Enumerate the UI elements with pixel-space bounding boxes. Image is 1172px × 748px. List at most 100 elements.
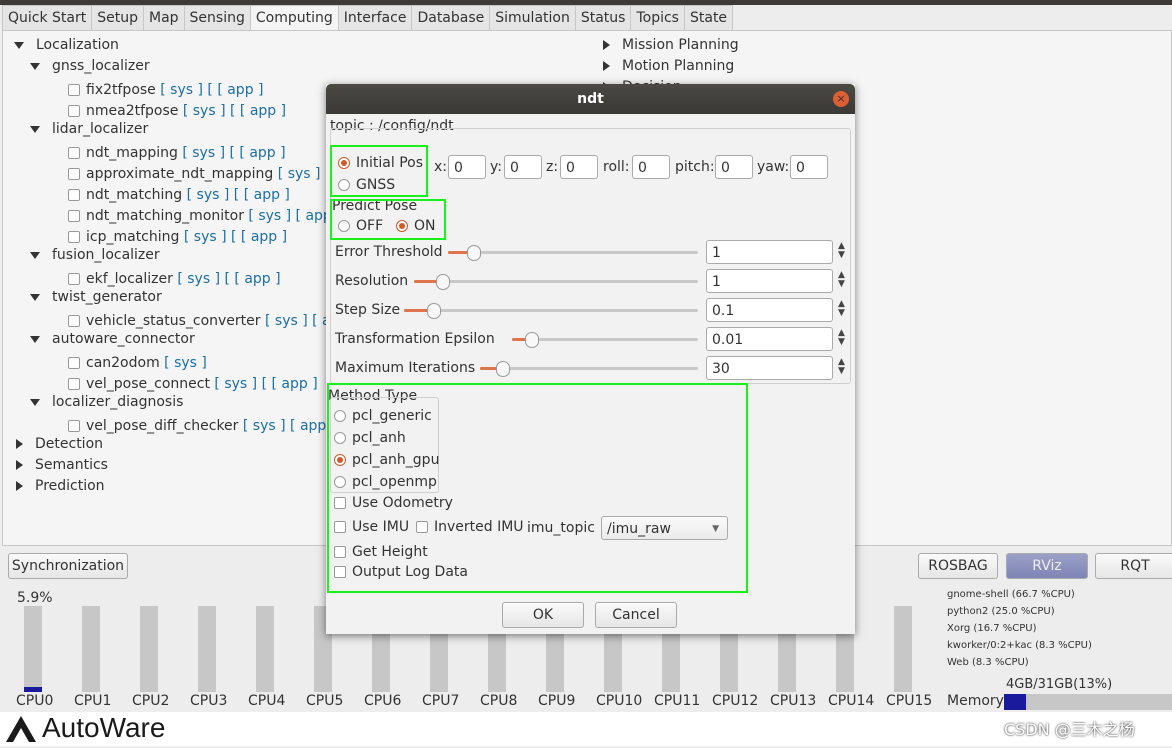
checkbox[interactable] — [334, 497, 346, 509]
slider-handle[interactable] — [467, 245, 481, 261]
z-field[interactable]: 0 — [560, 155, 598, 179]
spin-arrows-icon[interactable]: ▲ ▼ — [838, 300, 848, 318]
sys-link[interactable]: [ sys ] [ — [243, 418, 296, 434]
tab-state[interactable]: State — [683, 5, 734, 30]
method-radio-pcl-anh[interactable]: pcl_anh — [334, 430, 406, 446]
close-icon[interactable]: × — [833, 91, 849, 107]
expand-arrow-icon[interactable] — [30, 251, 40, 259]
spin-arrows-icon[interactable]: ▲ ▼ — [838, 242, 848, 260]
tree-item-vel-pose-connect[interactable]: vel_pose_connect [ sys ] [ [ app ] — [68, 374, 318, 394]
expand-arrow-icon[interactable] — [16, 439, 23, 449]
spin-arrows-icon[interactable]: ▲ ▼ — [838, 271, 848, 289]
tab-status[interactable]: Status — [574, 5, 632, 30]
checkbox[interactable] — [68, 420, 80, 432]
cancel-button[interactable]: Cancel — [595, 602, 677, 628]
param-value-field[interactable]: 1 — [706, 240, 833, 264]
spin-arrows-icon[interactable]: ▲ ▼ — [838, 329, 848, 347]
rviz-button[interactable]: RViz — [1006, 553, 1088, 579]
radio-selected[interactable] — [334, 454, 346, 466]
sys-link[interactable]: [ sys ] [ — [248, 208, 301, 224]
use-imu-checkbox[interactable]: Use IMU — [334, 519, 409, 535]
app-link[interactable]: [ app ] — [241, 229, 287, 245]
tree-item-nmea2tfpose[interactable]: nmea2tfpose [ sys ] [ [ app ] — [68, 101, 286, 121]
tab-computing[interactable]: Computing — [249, 5, 339, 32]
checkbox[interactable] — [68, 168, 80, 180]
rqt-button[interactable]: RQT — [1095, 553, 1172, 579]
slider-handle[interactable] — [496, 361, 510, 377]
tree-fusion-localizer[interactable]: fusion_localizer — [30, 245, 160, 265]
tree-mission-planning[interactable]: Mission Planning — [603, 35, 739, 55]
checkbox[interactable] — [416, 521, 428, 533]
checkbox[interactable] — [334, 546, 346, 558]
tree-item-vehicle-status-converter[interactable]: vehicle_status_converter [ sys ] [ a — [68, 311, 331, 331]
app-link[interactable]: [ app ] — [234, 271, 280, 287]
use-odometry-checkbox[interactable]: Use Odometry — [334, 495, 453, 511]
param-slider[interactable] — [448, 245, 698, 261]
tree-motion-planning[interactable]: Motion Planning — [603, 56, 734, 76]
yaw-field[interactable]: 0 — [790, 155, 828, 179]
ok-button[interactable]: OK — [502, 602, 584, 628]
checkbox[interactable] — [68, 147, 80, 159]
spin-arrows-icon[interactable]: ▲ ▼ — [838, 358, 848, 376]
sys-link[interactable]: [ sys ] [ — [265, 313, 318, 329]
sys-link[interactable]: [ sys ] [ — [278, 166, 331, 182]
sys-link[interactable]: [ sys ] — [164, 355, 207, 371]
expand-arrow-icon[interactable] — [30, 125, 40, 133]
synchronization-button[interactable]: Synchronization — [8, 553, 128, 579]
radio[interactable] — [334, 432, 346, 444]
tree-prediction[interactable]: Prediction — [16, 476, 105, 496]
slider-handle[interactable] — [525, 332, 539, 348]
tab-setup[interactable]: Setup — [91, 5, 144, 30]
tree-autoware-connector[interactable]: autoware_connector — [30, 329, 195, 349]
radio[interactable] — [334, 476, 346, 488]
method-radio-pcl-openmp[interactable]: pcl_openmp — [334, 474, 437, 490]
checkbox[interactable] — [68, 231, 80, 243]
tab-topics[interactable]: Topics — [630, 5, 685, 30]
pitch-field[interactable]: 0 — [715, 155, 753, 179]
x-field[interactable]: 0 — [448, 155, 486, 179]
expand-arrow-icon[interactable] — [30, 335, 40, 343]
app-link[interactable]: app — [300, 418, 326, 434]
sys-link[interactable]: [ sys ] [ — [160, 82, 213, 98]
checkbox[interactable] — [68, 189, 80, 201]
expand-arrow-icon[interactable] — [30, 398, 40, 406]
radio[interactable] — [334, 410, 346, 422]
output-log-checkbox[interactable]: Output Log Data — [334, 564, 468, 580]
checkbox[interactable] — [68, 378, 80, 390]
app-link[interactable]: [ app ] — [217, 82, 263, 98]
tree-item-ndt-matching-monitor[interactable]: ndt_matching_monitor [ sys ] [ app — [68, 206, 332, 226]
method-radio-pcl-anh-gpu[interactable]: pcl_anh_gpu — [334, 452, 439, 468]
roll-field[interactable]: 0 — [632, 155, 670, 179]
slider-handle[interactable] — [427, 303, 441, 319]
tree-semantics[interactable]: Semantics — [16, 455, 108, 475]
app-link[interactable]: [ app ] — [239, 145, 285, 161]
sys-link[interactable]: [ sys ] [ — [184, 229, 237, 245]
tree-lidar-localizer[interactable]: lidar_localizer — [30, 119, 148, 139]
imu-topic-select[interactable]: /imu_raw ▼ — [601, 516, 728, 540]
tree-detection[interactable]: Detection — [16, 434, 103, 454]
slider-handle[interactable] — [436, 274, 450, 290]
checkbox[interactable] — [68, 315, 80, 327]
checkbox[interactable] — [68, 210, 80, 222]
app-link[interactable]: [ app ] — [271, 376, 317, 392]
expand-arrow-icon[interactable] — [603, 40, 610, 50]
get-height-checkbox[interactable]: Get Height — [334, 544, 428, 560]
tree-gnss-localizer[interactable]: gnss_localizer — [30, 56, 150, 76]
tab-database[interactable]: Database — [411, 5, 491, 30]
expand-arrow-icon[interactable] — [16, 460, 23, 470]
rosbag-button[interactable]: ROSBAG — [918, 553, 998, 579]
param-value-field[interactable]: 0.1 — [706, 298, 833, 322]
expand-arrow-icon[interactable] — [14, 41, 24, 49]
checkbox[interactable] — [68, 273, 80, 285]
tree-item-fix2tfpose[interactable]: fix2tfpose [ sys ] [ [ app ] — [68, 80, 264, 100]
tab-quick-start[interactable]: Quick Start — [2, 5, 93, 30]
tree-item-ekf-localizer[interactable]: ekf_localizer [ sys ] [ [ app ] — [68, 269, 281, 289]
app-link[interactable]: [ app ] — [240, 103, 286, 119]
tree-twist-generator[interactable]: twist_generator — [30, 287, 162, 307]
checkbox[interactable] — [68, 84, 80, 96]
tree-localization[interactable]: Localization — [14, 35, 119, 55]
app-link[interactable]: [ app ] — [244, 187, 290, 203]
y-field[interactable]: 0 — [504, 155, 542, 179]
checkbox[interactable] — [334, 521, 346, 533]
tree-item-icp-matching[interactable]: icp_matching [ sys ] [ [ app ] — [68, 227, 287, 247]
